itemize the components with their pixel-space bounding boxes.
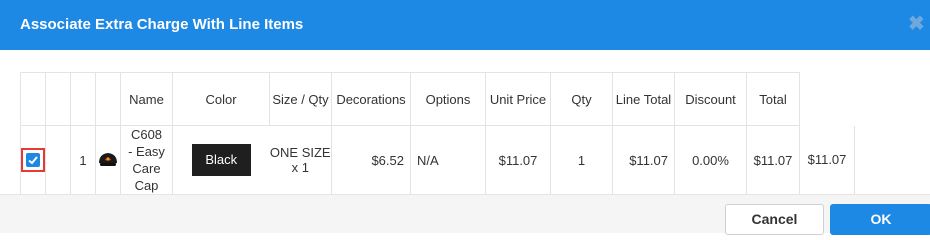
close-icon[interactable]: ✖	[908, 14, 925, 34]
size-qty: ONE SIZE x 1	[269, 125, 332, 195]
image-cell	[95, 125, 121, 195]
row-checkbox[interactable]	[26, 153, 40, 167]
header-cell	[20, 72, 46, 126]
header-name: Name	[120, 72, 173, 126]
header-options: Options	[410, 72, 486, 126]
color-cell: Black	[172, 125, 270, 195]
table-row: 1 C608 - Easy Care Cap Black ONE SIZE x …	[20, 125, 855, 195]
header-size-qty: Size / Qty	[269, 72, 332, 126]
header-cell	[70, 72, 96, 126]
header-cell	[95, 72, 121, 126]
decorations: $6.52	[331, 125, 411, 195]
ok-button[interactable]: OK	[830, 204, 930, 235]
line-number: 1	[70, 125, 96, 195]
row-checkbox-highlight	[21, 148, 45, 172]
cancel-button[interactable]: Cancel	[725, 204, 824, 235]
line-items-table: Name Color Size / Qty Decorations Option…	[20, 72, 855, 195]
header-qty: Qty	[550, 72, 613, 126]
table-header-row: Name Color Size / Qty Decorations Option…	[20, 72, 855, 126]
discount: 0.00%	[674, 125, 747, 195]
dialog-footer: Cancel OK	[0, 194, 930, 235]
checkmark-icon	[28, 156, 38, 165]
header-cell	[45, 72, 71, 126]
total: $11.07	[746, 125, 800, 195]
header-total: Total	[746, 72, 800, 126]
header-decorations: Decorations	[331, 72, 411, 126]
qty: 1	[550, 125, 613, 195]
header-unit-price: Unit Price	[485, 72, 551, 126]
color-swatch: Black	[191, 144, 251, 176]
dialog-body: Name Color Size / Qty Decorations Option…	[0, 50, 930, 195]
header-line-total: Line Total	[612, 72, 675, 126]
header-discount: Discount	[674, 72, 747, 126]
empty-cell	[45, 125, 71, 195]
unit-price: $11.07	[485, 125, 551, 195]
header-blank	[799, 72, 855, 126]
options: N/A	[410, 125, 486, 195]
dialog-title: Associate Extra Charge With Line Items	[20, 16, 304, 33]
black-cap-icon	[96, 147, 120, 174]
header-color: Color	[172, 72, 270, 126]
dialog-titlebar: Associate Extra Charge With Line Items ✖	[0, 0, 930, 50]
total-extra: $11.07	[799, 125, 855, 195]
select-cell	[20, 125, 46, 195]
item-name: C608 - Easy Care Cap	[120, 125, 173, 195]
line-total: $11.07	[612, 125, 675, 195]
